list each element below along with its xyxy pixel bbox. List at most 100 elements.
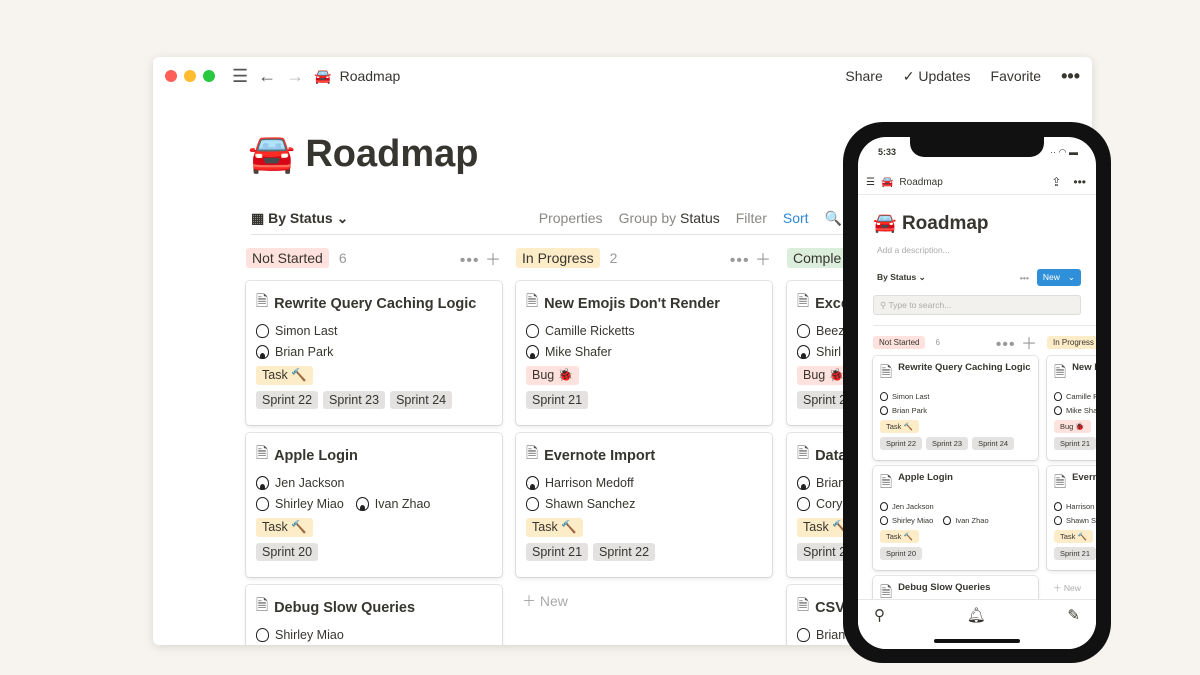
person-name: Cory [816,497,843,511]
bell-icon[interactable]: 🔔︎ [967,606,986,643]
search-input[interactable]: ⚲ Type to search... [873,295,1081,315]
maximize-button[interactable] [203,70,215,82]
type-tags: Bug 🐞 [1054,420,1096,433]
add-new-button[interactable]: ＋ New [1047,576,1096,600]
sprint-tag: Sprint 22 [880,437,923,450]
board-card[interactable]: 🗎 Rewrite Query Caching Logic Simon Last Br… [873,356,1038,460]
more-icon[interactable]: ••• [1020,273,1029,283]
person-name: Shawn Sanchez [545,497,636,511]
menu-icon[interactable]: ☰ [232,66,248,87]
sort-button[interactable]: Sort [783,210,809,227]
updates-button[interactable]: ✓ Updates [903,68,971,85]
person-name: Camille Ricketts [545,324,635,338]
document-icon: 🗎 [797,445,810,462]
sprint-tag: Sprint 20 [880,547,923,560]
column-actions[interactable]: ••• ＋ [996,330,1038,354]
card-title: 🗎 Apple Login [880,472,1031,497]
mobile-view-selector[interactable]: By Status ⌄ [877,272,926,283]
view-label: By Status [877,272,917,282]
mobile-title-text[interactable]: Roadmap [902,213,989,234]
breadcrumb-title[interactable]: Roadmap [340,68,401,84]
type-tag: Task 🔨 [526,518,583,537]
type-tag: Task 🔨 [880,530,919,543]
board-card[interactable]: 🗎 Apple Login Jen Jackson Shirley Miao Ivan … [246,433,502,577]
share-icon[interactable]: ⇪ [1051,175,1061,189]
people-row: Shawn Sanchez [1054,516,1096,525]
people-row: Camille Ricketts [526,324,762,338]
minimize-button[interactable] [184,70,196,82]
document-icon: 🗎 [797,293,810,310]
avatar [526,324,539,338]
status-bar: 5:33 ·· ◠ ▬ [878,147,1078,158]
board-card[interactable]: 🗎 Apple Login Jen Jackson Shirley Miao Ivan … [873,466,1038,570]
avatar [1054,502,1062,511]
column-actions[interactable]: ••• ＋ [730,246,772,270]
board-card[interactable]: 🗎 New Emojis Don't Render Camille Ricketts… [1047,356,1096,460]
type-tags: Task 🔨 [1054,530,1096,543]
forward-arrow-icon[interactable]: → [286,66,304,87]
more-icon[interactable]: ••• [1073,175,1086,189]
compose-icon[interactable]: ✎ [1067,606,1080,643]
people-row: Mike Shafer [526,345,762,359]
chevron-down-icon[interactable]: ⌄ [1068,272,1075,283]
board-card[interactable]: 🗎 Evernote Import Harrison Medoff Shawn San… [1047,466,1096,570]
card-title: 🗎 Evernote Import [1054,472,1096,497]
card-title-text: Rewrite Query Caching Logic [274,295,477,312]
favorite-button[interactable]: Favorite [991,68,1042,84]
search-icon[interactable]: ⚲ [874,606,885,643]
new-button[interactable]: New ⌄ [1036,269,1081,286]
view-selector[interactable]: ▦ By Status ⌄ [251,210,348,227]
column-count: 6 [338,250,347,266]
type-tags: Task 🔨 [526,518,762,537]
card-title-text: Rewrite Query Caching Logic [898,362,1031,373]
page-title-text[interactable]: Roadmap [305,133,478,176]
sprint-tags: Sprint 22 Sprint 23 Sprint 24 [880,437,1031,450]
mobile-nav: ☰ 🚘 Roadmap ⇪ ••• [866,171,1086,193]
type-tags: Bug 🐞 [526,366,762,385]
person-name: Brian Park [275,345,334,359]
menu-icon[interactable]: ☰ [866,177,875,188]
avatar [355,497,369,511]
card-title: 🗎 Apple Login [256,443,492,468]
filter-button[interactable]: Filter [736,210,767,227]
person-name: Mike Shafer [1066,406,1096,415]
view-label: By Status [268,210,333,226]
person-name: Brian [816,476,846,490]
share-button[interactable]: Share [845,68,882,84]
people-row: Camille Ricketts [1054,392,1096,401]
sprint-tags: Sprint 22 Sprint 23 Sprint 24 [256,391,492,409]
board-card[interactable]: 🗎 New Emojis Don't Render Camille Ricketts… [516,281,772,425]
people-row: Shawn Sanchez [526,497,762,511]
avatar [526,497,539,511]
avatar [256,497,269,511]
type-tags: Task 🔨 [256,366,492,385]
board-card[interactable]: 🗎Debug Slow QueriesShirley MiaoLeslie Je… [246,585,502,645]
more-icon[interactable]: ••• [1061,66,1080,87]
close-button[interactable] [165,70,177,82]
card-title-text: Evernote Import [544,447,656,464]
updates-label: Updates [918,67,971,84]
description-input[interactable]: Add a description... [877,245,950,255]
properties-button[interactable]: Properties [539,210,603,227]
document-icon: 🗎 [256,293,269,310]
add-new-button[interactable]: ＋ New [516,585,772,617]
card-title-text: CSV [815,599,845,616]
group-by-button[interactable]: Group by Status [619,210,720,227]
sprint-tags: Sprint 21Sprint 22 [526,543,762,561]
person-name: Shirley Miao [275,497,344,511]
sprint-tag: Sprint 23 [323,391,386,409]
board-column: In Progress 2 ••• ＋ 🗎 New Emojis Don't Rende… [516,245,772,617]
back-arrow-icon[interactable]: ← [258,66,276,87]
board-card[interactable]: 🗎 Rewrite Query Caching Logic Simon Last Br… [246,281,502,425]
card-title: 🗎 New Emojis Don't Render [1054,362,1096,387]
column-actions[interactable]: ••• ＋ [460,246,502,270]
search-icon[interactable]: 🔍 [825,210,842,227]
board-card[interactable]: 🗎 Evernote Import Harrison Medoff Shawn San… [516,433,772,577]
document-icon: 🗎 [797,597,810,614]
avatar [797,497,810,511]
type-tag: Task 🔨 [256,518,313,537]
home-indicator [934,639,1020,643]
document-icon: 🗎 [526,293,539,310]
document-icon: 🗎 [880,364,893,381]
column-header: In Progress [1047,335,1096,349]
